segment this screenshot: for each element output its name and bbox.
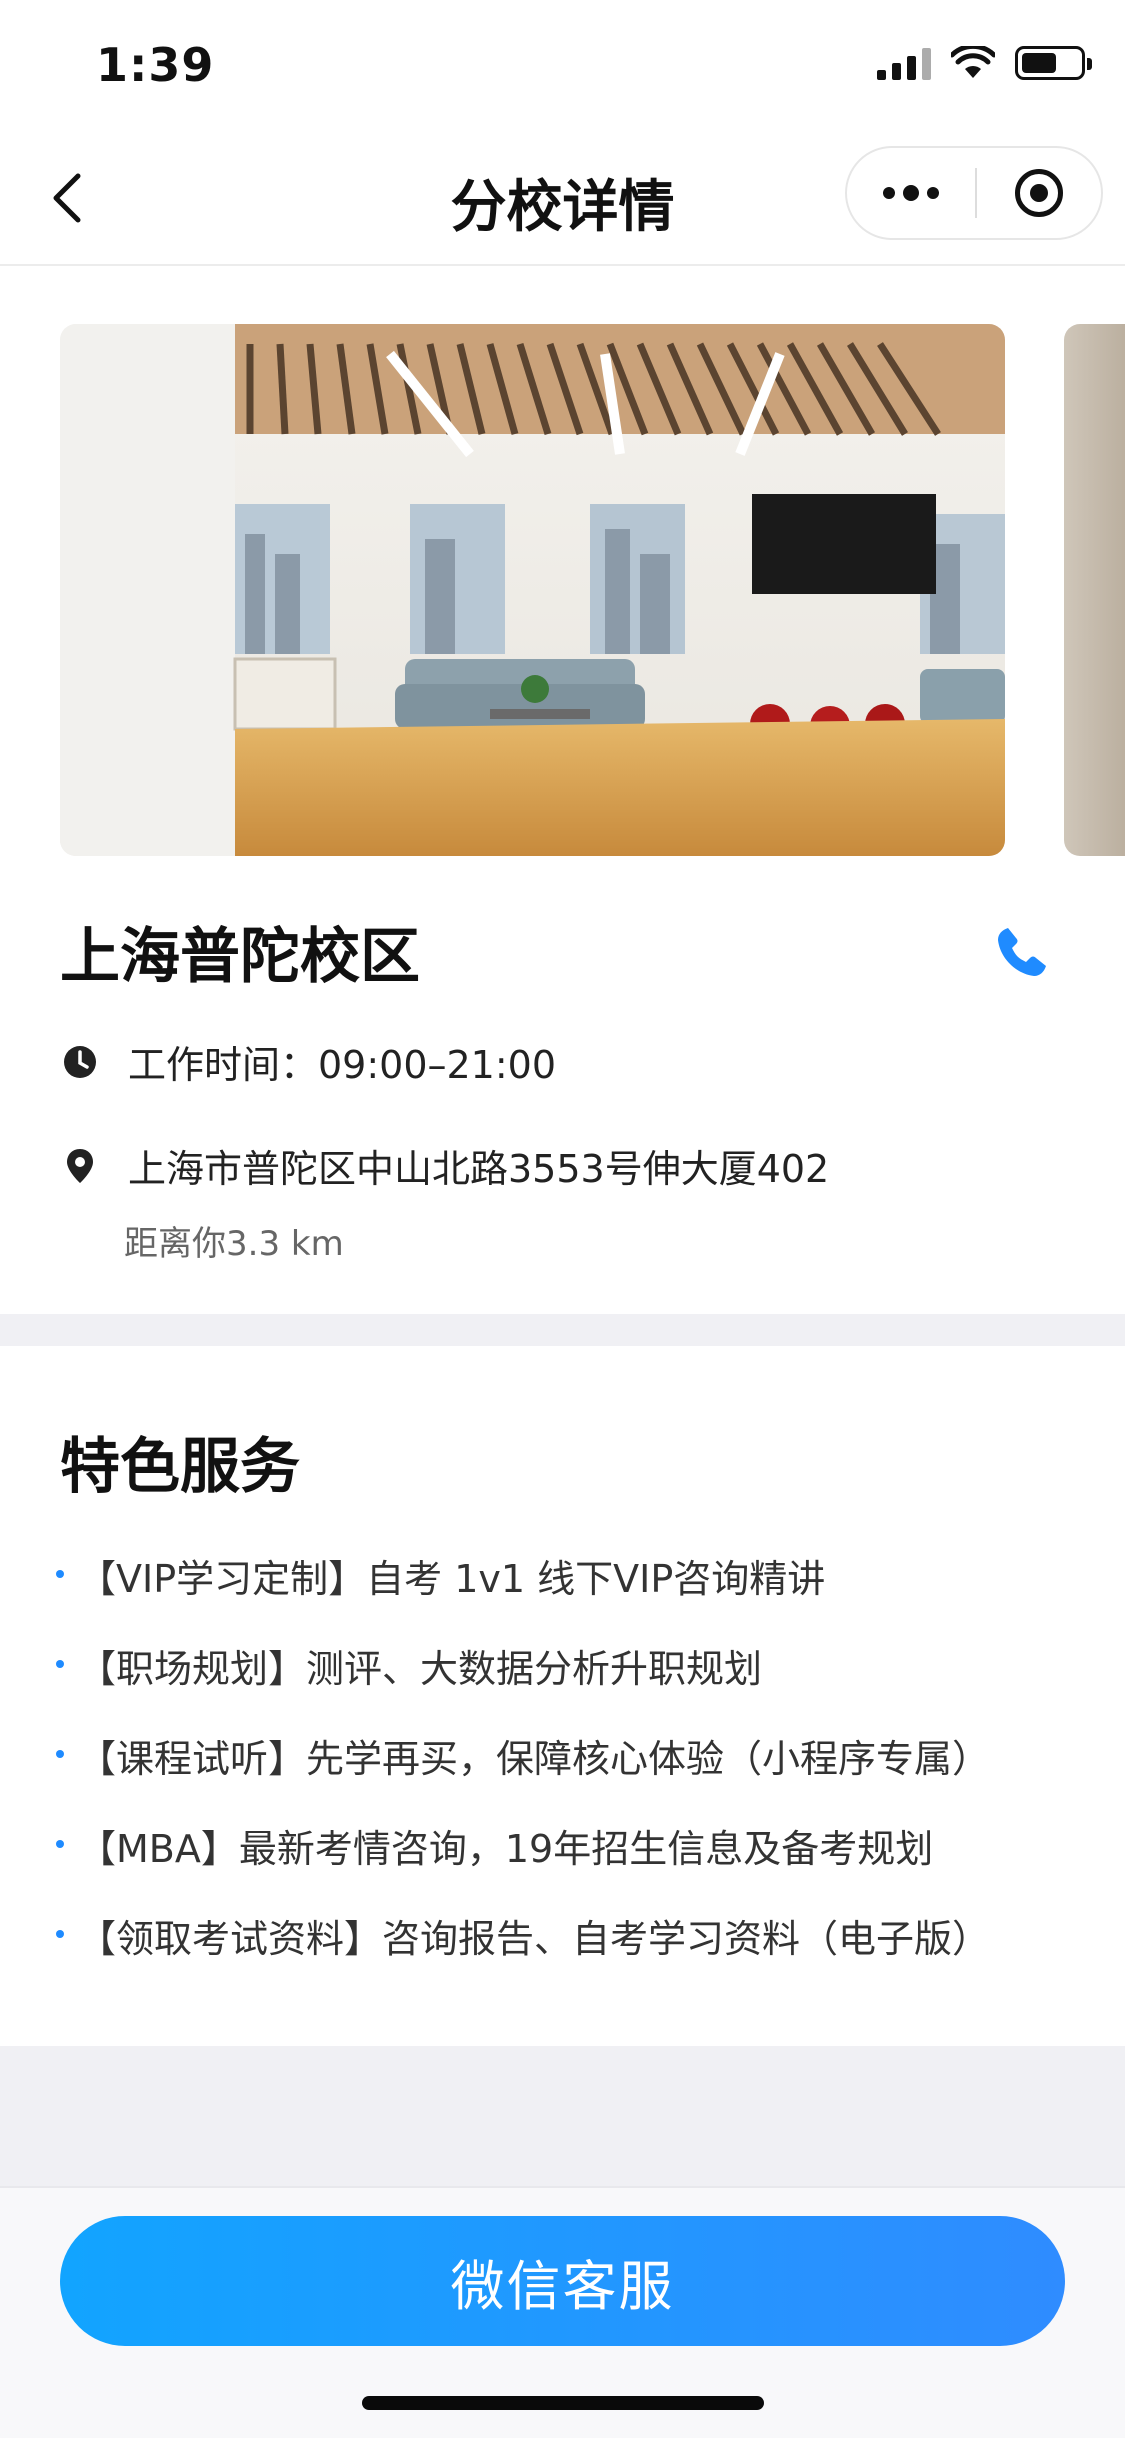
bullet-dot: [56, 1840, 64, 1848]
status-icons: [877, 46, 1092, 80]
clock-icon: [64, 1045, 96, 1078]
office-interior-image: [60, 324, 1005, 856]
address-text: 上海市普陀区中山北路3553号伸大厦402: [128, 1147, 830, 1191]
nav-bar: 分校详情: [0, 132, 1125, 266]
target-icon: [1015, 169, 1063, 217]
location-pin-icon: [67, 1148, 93, 1183]
bullet-dot: [56, 1930, 64, 1938]
more-menu-button[interactable]: [847, 148, 975, 238]
status-time: 1:39: [96, 38, 215, 92]
phone-call-icon[interactable]: [994, 924, 1050, 980]
service-item: 【职场规划】测评、大数据分析升职规划: [56, 1638, 990, 1728]
services-title: 特色服务: [60, 1432, 300, 1502]
campus-name: 上海普陀校区: [60, 922, 420, 992]
mini-program-capsule: [845, 146, 1103, 240]
close-mini-program-button[interactable]: [977, 169, 1101, 217]
section-divider: [0, 1314, 1125, 1346]
address-row: 上海市普陀区中山北路3553号伸大厦402: [60, 1138, 829, 1193]
service-item: 【VIP学习定制】自考 1v1 线下VIP咨询精讲: [56, 1548, 990, 1638]
service-item: 【领取考试资料】咨询报告、自考学习资料（电子版）: [56, 1908, 990, 1998]
campus-photo[interactable]: [60, 324, 1005, 856]
service-item: 【MBA】最新考情咨询，19年招生信息及备考规划: [56, 1818, 990, 1908]
bullet-dot: [56, 1570, 64, 1578]
service-item: 【课程试听】先学再买，保障核心体验（小程序专属）: [56, 1728, 990, 1818]
cellular-signal-icon: [877, 46, 931, 80]
bullet-dot: [56, 1660, 64, 1668]
battery-icon: [1015, 46, 1092, 80]
bullet-dot: [56, 1750, 64, 1758]
next-campus-photo[interactable]: [1064, 324, 1125, 856]
wechat-service-button[interactable]: 微信客服: [60, 2216, 1065, 2346]
working-hours-row: 工作时间：09:00–21:00: [60, 1034, 556, 1089]
wifi-icon: [951, 46, 995, 78]
photo-carousel[interactable]: [0, 324, 1125, 856]
home-indicator[interactable]: [362, 2396, 764, 2410]
working-hours-text: 工作时间：09:00–21:00: [128, 1043, 557, 1087]
status-bar: 1:39: [0, 0, 1125, 132]
distance-text: 距离你3.3 km: [124, 1224, 344, 1264]
services-list: 【VIP学习定制】自考 1v1 线下VIP咨询精讲 【职场规划】测评、大数据分析…: [56, 1548, 990, 1998]
